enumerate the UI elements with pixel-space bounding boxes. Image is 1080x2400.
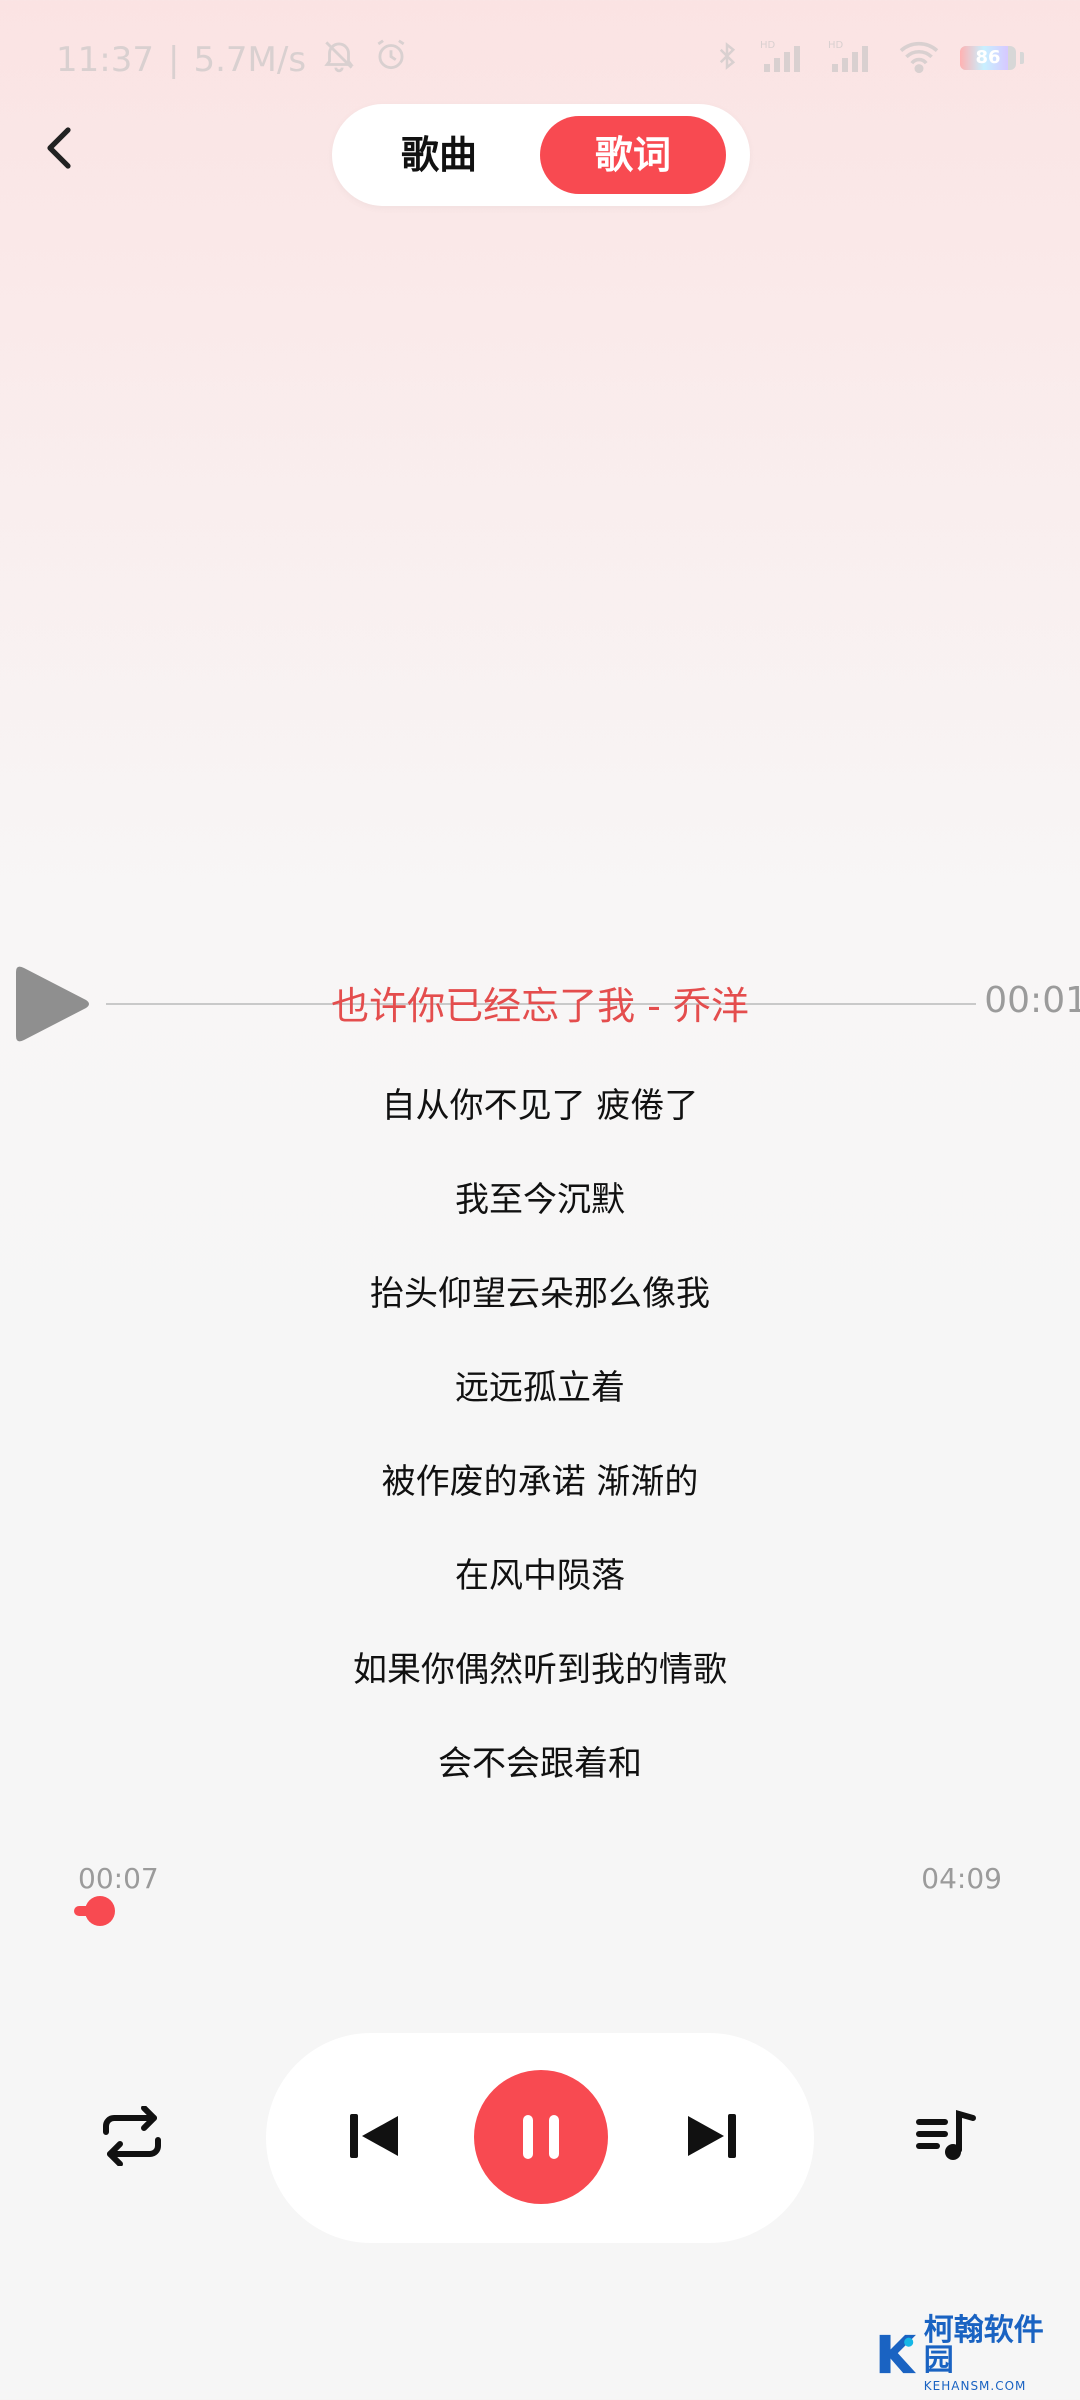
signal-hd-icon-2: HD bbox=[828, 38, 878, 78]
total-time: 04:09 bbox=[921, 1862, 1002, 1895]
status-bar: 11:37 | 5.7M/s HD HD 86 bbox=[0, 0, 1080, 120]
repeat-button[interactable] bbox=[92, 2096, 172, 2176]
lyric-line: 抬头仰望云朵那么像我 bbox=[370, 1274, 710, 1314]
tab-lyrics[interactable]: 歌词 bbox=[540, 116, 726, 194]
watermark-text: 柯翰软件园 KEHANSM.COM bbox=[923, 2313, 1060, 2393]
bluetooth-icon bbox=[712, 38, 742, 78]
progress-thumb[interactable] bbox=[84, 1896, 115, 1926]
repeat-icon bbox=[103, 2106, 161, 2166]
progress-slider[interactable] bbox=[74, 1896, 1002, 1926]
skip-previous-icon bbox=[350, 2114, 398, 2158]
watermark: 柯翰软件园 KEHANSM.COM bbox=[876, 2313, 1060, 2393]
alarm-icon bbox=[372, 36, 410, 83]
pause-icon bbox=[523, 2115, 559, 2159]
bell-muted-icon bbox=[320, 36, 358, 83]
signal-hd-icon-1: HD bbox=[760, 38, 810, 78]
lyric-line: 如果你偶然听到我的情歌 bbox=[353, 1650, 727, 1690]
lyric-line: 在风中陨落 bbox=[455, 1556, 625, 1596]
current-time: 00:07 bbox=[78, 1862, 159, 1895]
status-separator: | bbox=[167, 39, 180, 80]
battery-tip bbox=[1020, 52, 1024, 64]
status-time: 11:37 bbox=[56, 39, 154, 80]
chevron-left-icon bbox=[47, 127, 71, 169]
status-right: HD HD 86 bbox=[712, 38, 1024, 78]
tab-songs[interactable]: 歌曲 bbox=[346, 116, 532, 194]
svg-text:HD: HD bbox=[760, 40, 776, 51]
status-left: 11:37 | 5.7M/s bbox=[56, 36, 410, 83]
watermark-main: 柯翰软件园 bbox=[923, 2313, 1044, 2378]
network-speed: 5.7M/s bbox=[193, 39, 307, 80]
battery-percent: 86 bbox=[975, 47, 1001, 68]
playlist-music-icon bbox=[916, 2110, 976, 2160]
battery-body: 86 bbox=[960, 46, 1016, 70]
watermark-logo-icon bbox=[879, 2334, 916, 2374]
next-track-button[interactable] bbox=[672, 2096, 752, 2176]
svg-text:HD: HD bbox=[828, 40, 844, 51]
lyric-line: 自从你不见了 疲倦了 bbox=[381, 1086, 699, 1126]
lyric-line: 会不会跟着和 bbox=[438, 1744, 642, 1784]
wifi-icon bbox=[896, 38, 942, 78]
lyric-line: 远远孤立着 bbox=[455, 1368, 625, 1408]
playlist-button[interactable] bbox=[906, 2096, 986, 2176]
lyric-line: 被作废的承诺 渐渐的 bbox=[381, 1462, 699, 1502]
battery-indicator: 86 bbox=[960, 46, 1024, 70]
lyric-line: 我至今沉默 bbox=[455, 1180, 625, 1220]
song-lyric-switch: 歌曲 歌词 bbox=[332, 104, 750, 206]
watermark-sub: KEHANSM.COM bbox=[923, 2379, 1027, 2393]
current-lyric-title: 也许你已经忘了我 - 乔洋 bbox=[331, 984, 749, 1028]
skip-next-icon bbox=[688, 2114, 736, 2158]
back-button[interactable] bbox=[30, 118, 90, 178]
pause-button[interactable] bbox=[474, 2070, 608, 2204]
previous-track-button[interactable] bbox=[334, 2096, 414, 2176]
